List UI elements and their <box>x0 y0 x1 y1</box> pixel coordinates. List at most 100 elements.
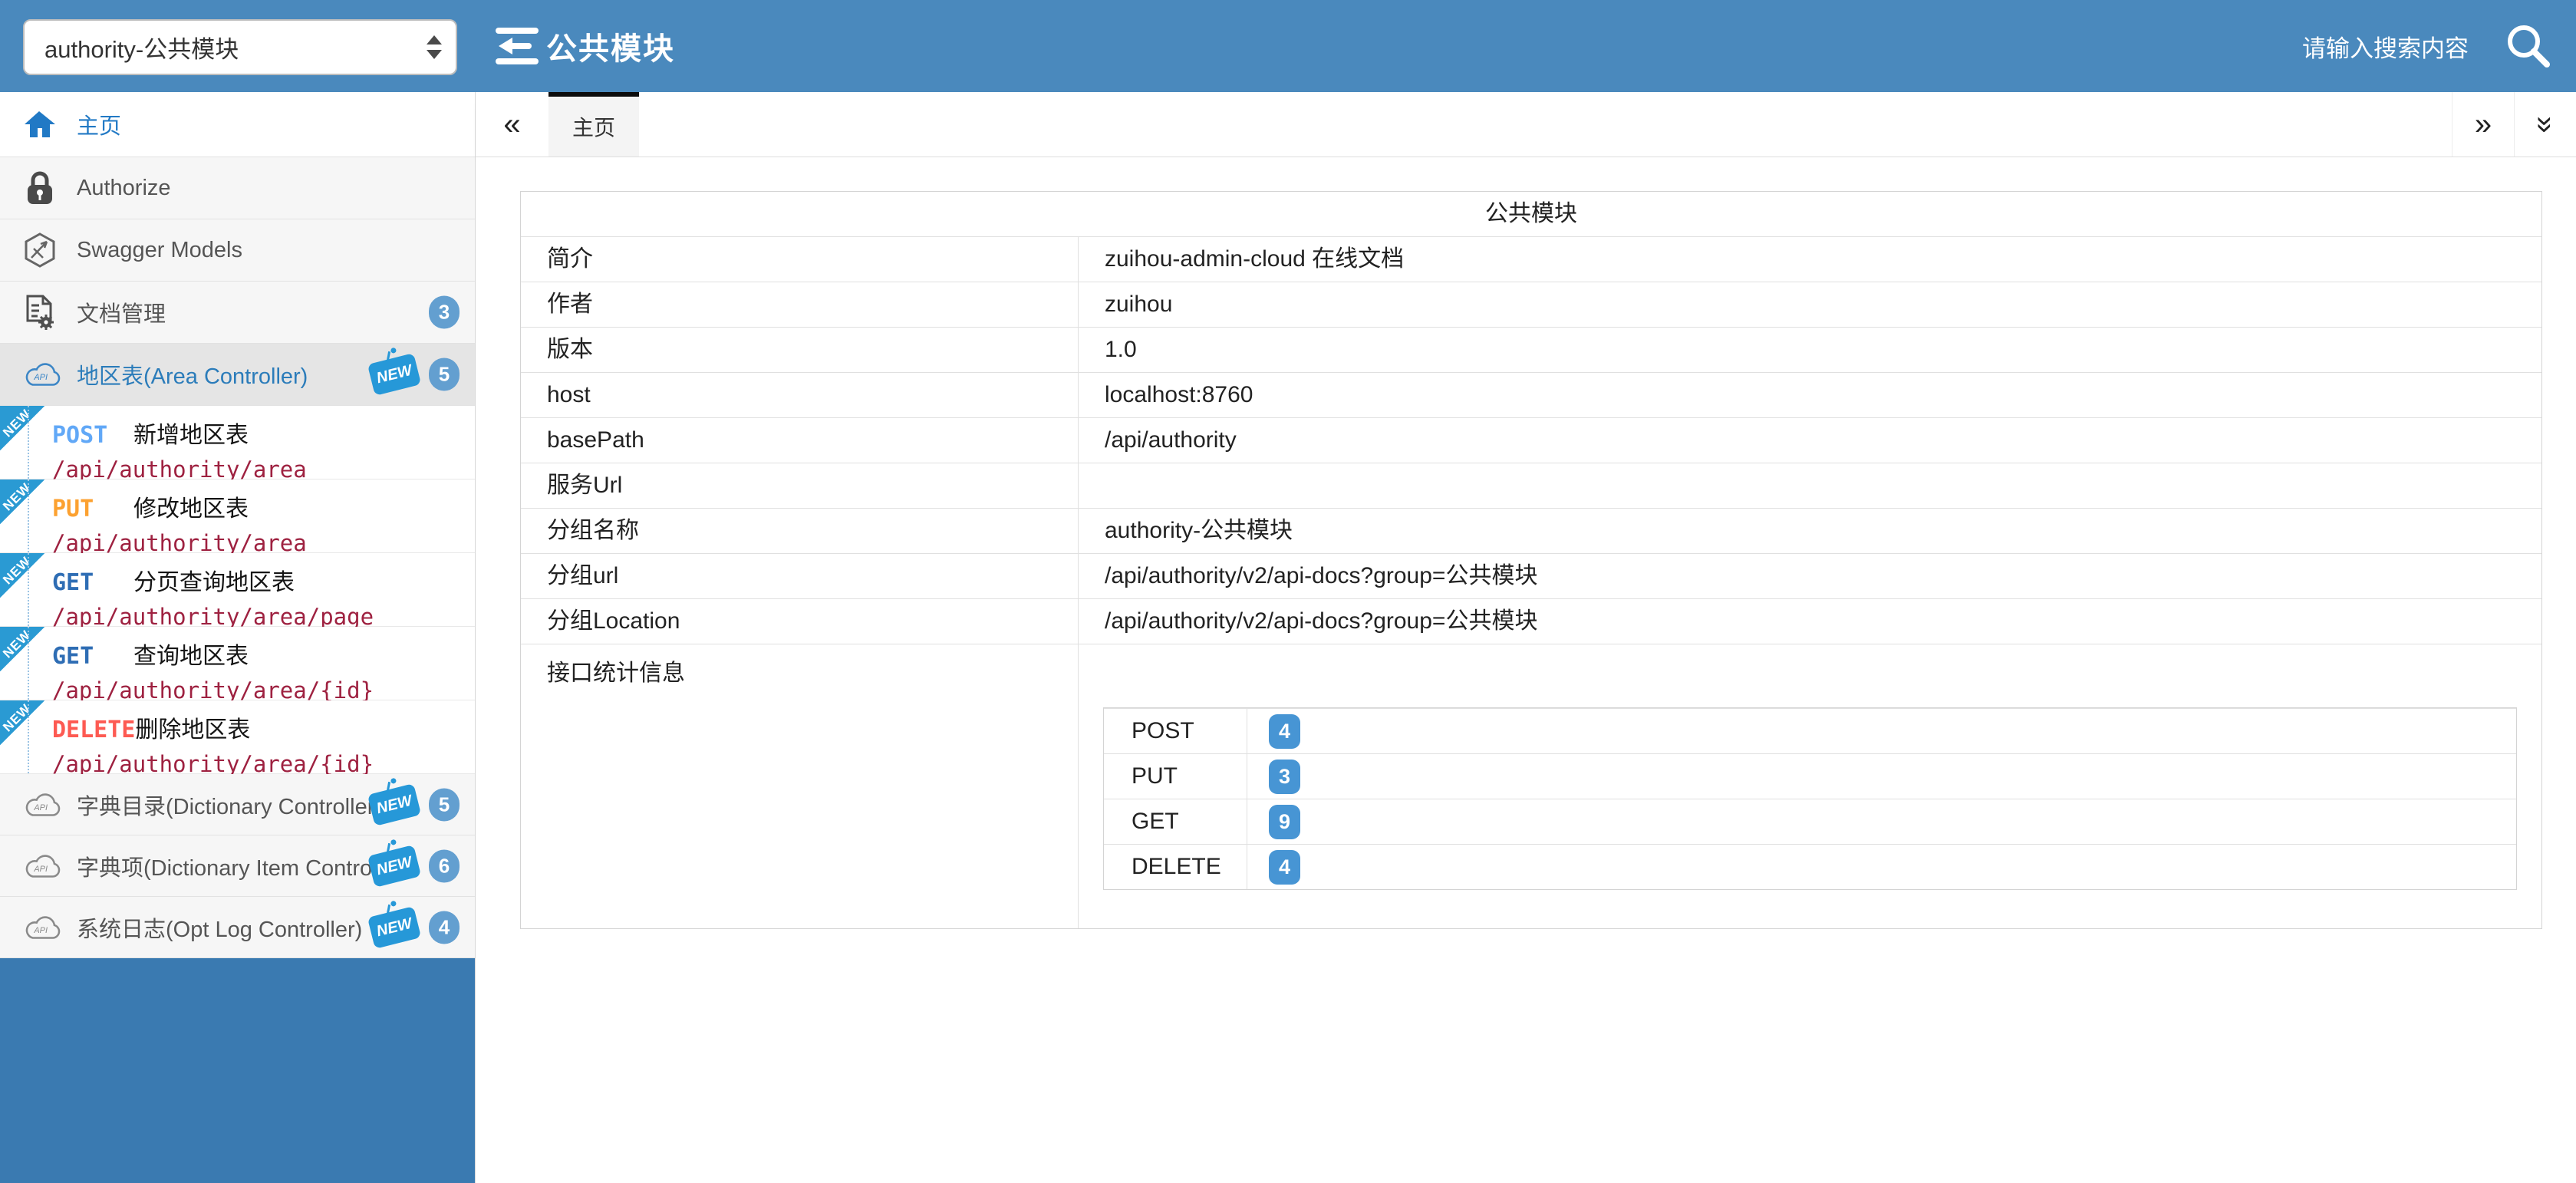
row-label: 服务Url <box>521 463 1079 508</box>
group-select[interactable]: authority-公共模块 <box>23 19 457 75</box>
api-path: /api/authority/area/page <box>52 604 475 630</box>
group-select-value: authority-公共模块 <box>44 30 239 64</box>
app-header: authority-公共模块 公共模块 请输入搜索内容 <box>0 0 2576 92</box>
home-icon <box>23 110 66 139</box>
swagger-bootstrap-ui: authority-公共模块 公共模块 请输入搜索内容 <box>0 0 2576 1183</box>
new-ribbon-icon: NEW <box>0 627 44 671</box>
row-value: /api/authority/v2/api-docs?group=公共模块 <box>1079 554 2541 598</box>
module-info-table: 公共模块 简介 zuihou-admin-cloud 在线文档 作者 zuiho… <box>520 191 2542 929</box>
new-ribbon-icon: NEW <box>0 406 44 450</box>
stats-table-row: DELETE 4 <box>1104 844 2516 889</box>
tabs-scroll-right-button[interactable]: » <box>2452 92 2514 157</box>
stats-count-badge: 9 <box>1269 805 1300 839</box>
svg-text:API: API <box>33 802 48 812</box>
controller-list: API 字典目录(Dictionary Controller) NEW 5 AP… <box>0 774 475 958</box>
tree-dotted-line <box>28 406 29 479</box>
cloud-api-icon: API <box>23 913 66 942</box>
tab-home[interactable]: 主页 <box>548 92 639 157</box>
svg-text:API: API <box>33 373 48 382</box>
row-value: zuihou <box>1079 282 2541 327</box>
controller-label: 系统日志(Opt Log Controller) <box>77 911 362 944</box>
api-path: /api/authority/area <box>52 456 475 483</box>
search-icon[interactable] <box>2502 20 2555 72</box>
stats-method: PUT <box>1104 754 1247 799</box>
controller-label: 字典目录(Dictionary Controller) <box>77 789 382 821</box>
tabs-menu-button[interactable]: » <box>2514 92 2576 157</box>
api-method: GET <box>52 643 133 670</box>
stats-table-row: POST 4 <box>1104 708 2516 753</box>
api-path: /api/authority/area <box>52 530 475 556</box>
stats-count-badge: 4 <box>1269 714 1300 749</box>
api-path: /api/authority/area/{id} <box>52 751 475 777</box>
sidebar-filler <box>0 958 475 1183</box>
stats-row: 接口统计信息 POST 4 <box>521 644 2541 928</box>
sidebar-item-authorize[interactable]: Authorize <box>0 157 475 219</box>
api-name: 分页查询地区表 <box>133 563 295 597</box>
swagger-icon <box>23 232 66 269</box>
main-content: 公共模块 简介 zuihou-admin-cloud 在线文档 作者 zuiho… <box>476 157 2576 1183</box>
sidebar-item-home[interactable]: 主页 <box>0 92 475 157</box>
stats-method: GET <box>1104 799 1247 844</box>
api-item[interactable]: NEW DELETE 删除地区表 /api/authority/area/{id… <box>0 700 475 774</box>
table-row: 分组Location /api/authority/v2/api-docs?gr… <box>521 598 2541 644</box>
row-value <box>1079 463 2541 508</box>
sidebar: 主页 Authorize Swagger Models <box>0 92 476 1183</box>
stats-table-row: PUT 3 <box>1104 753 2516 799</box>
api-item[interactable]: NEW PUT 修改地区表 /api/authority/area <box>0 479 475 553</box>
api-count-badge: 5 <box>429 358 460 391</box>
api-item[interactable]: NEW POST 新增地区表 /api/authority/area <box>0 406 475 479</box>
api-name: 修改地区表 <box>133 489 249 523</box>
api-method: POST <box>52 422 133 449</box>
search-input[interactable]: 请输入搜索内容 <box>2302 29 2469 64</box>
row-value: 1.0 <box>1079 328 2541 372</box>
controller-label: 地区表(Area Controller) <box>77 358 308 390</box>
row-value: localhost:8760 <box>1079 373 2541 417</box>
table-row: 分组名称 authority-公共模块 <box>521 508 2541 553</box>
stats-count-badge: 4 <box>1269 850 1300 885</box>
row-label: 简介 <box>521 237 1079 282</box>
cloud-api-icon: API <box>23 852 66 881</box>
stats-method: DELETE <box>1104 845 1247 889</box>
table-row: host localhost:8760 <box>521 372 2541 417</box>
sidebar-item-doc-manage[interactable]: 文档管理 3 <box>0 282 475 344</box>
table-title: 公共模块 <box>521 192 2541 236</box>
tree-dotted-line <box>28 553 29 626</box>
sidebar-item-swagger-models[interactable]: Swagger Models <box>0 219 475 282</box>
tree-dotted-line <box>28 479 29 552</box>
tree-dotted-line <box>28 627 29 700</box>
row-label: 分组Location <box>521 599 1079 644</box>
row-label: host <box>521 373 1079 417</box>
sidebar-controller[interactable]: API 字典项(Dictionary Item Controller) NEW … <box>0 835 475 897</box>
new-tag: NEW <box>367 906 421 949</box>
api-item[interactable]: NEW GET 查询地区表 /api/authority/area/{id} <box>0 627 475 700</box>
api-path: /api/authority/area/{id} <box>52 677 475 704</box>
row-label: 作者 <box>521 282 1079 327</box>
api-item[interactable]: NEW GET 分页查询地区表 /api/authority/area/page <box>0 553 475 627</box>
table-row: basePath /api/authority <box>521 417 2541 463</box>
sidebar-controller-area[interactable]: API 地区表(Area Controller) NEW 5 <box>0 344 475 406</box>
table-row: 简介 zuihou-admin-cloud 在线文档 <box>521 236 2541 282</box>
api-name: 查询地区表 <box>133 637 249 671</box>
api-count-badge: 5 <box>429 788 460 821</box>
stats-count-badge: 3 <box>1269 760 1300 794</box>
new-tag: NEW <box>367 353 421 396</box>
document-gear-icon <box>23 294 66 331</box>
row-label: 分组名称 <box>521 509 1079 553</box>
api-method: PUT <box>52 496 133 522</box>
api-count-badge: 4 <box>429 911 460 944</box>
search-area: 请输入搜索内容 <box>2302 0 2555 92</box>
app-logo-icon <box>494 26 545 70</box>
sidebar-item-label: 主页 <box>77 108 121 140</box>
select-arrows-icon <box>427 35 442 59</box>
sidebar-controller[interactable]: API 系统日志(Opt Log Controller) NEW 4 <box>0 897 475 958</box>
api-method: DELETE <box>52 717 135 743</box>
sidebar-item-label: Swagger Models <box>77 238 242 263</box>
tabs-scroll-left-button[interactable]: « <box>476 92 548 157</box>
sidebar-item-label: Authorize <box>77 176 171 201</box>
stats-method: POST <box>1104 709 1247 753</box>
sidebar-controller[interactable]: API 字典目录(Dictionary Controller) NEW 5 <box>0 774 475 835</box>
api-name: 新增地区表 <box>133 416 249 450</box>
api-count-badge: 6 <box>429 849 460 882</box>
cloud-api-icon: API <box>23 790 66 819</box>
controller-label: 字典项(Dictionary Item Controller) <box>77 850 409 882</box>
